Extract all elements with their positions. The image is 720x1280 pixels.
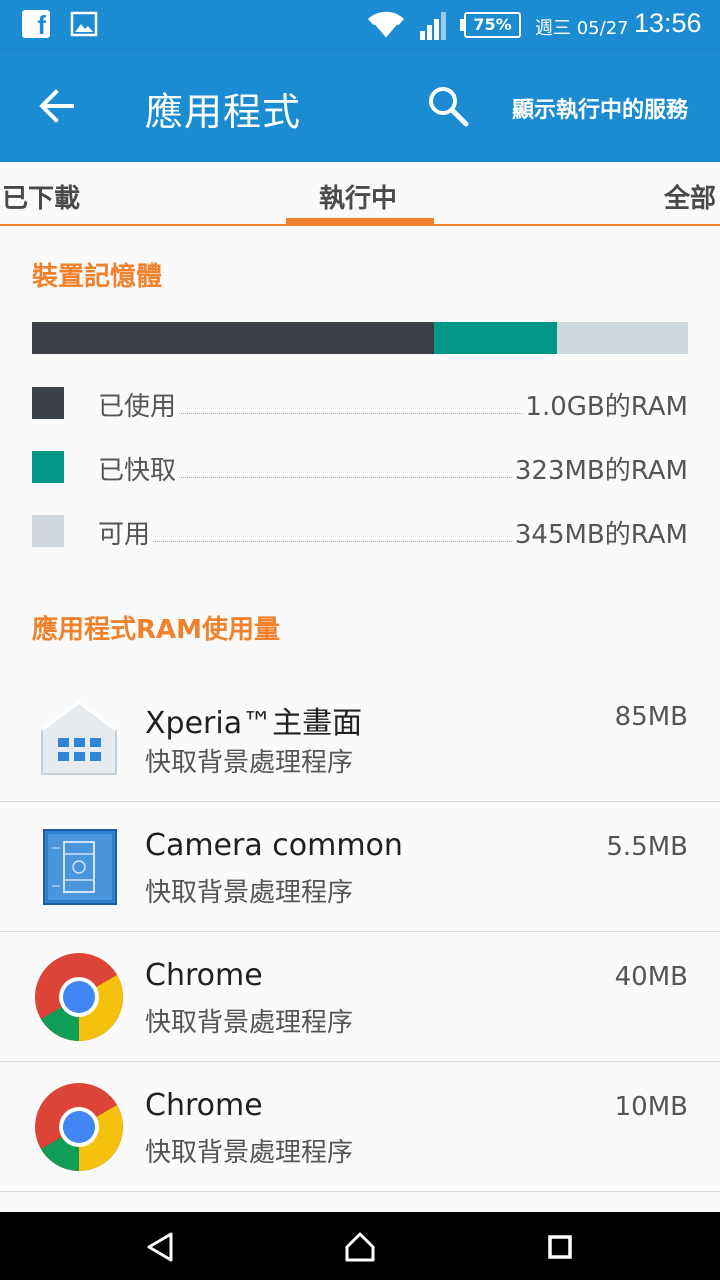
- chrome-icon: [35, 953, 123, 1041]
- search-icon[interactable]: [426, 84, 470, 128]
- memory-free-segment: [557, 322, 688, 354]
- chrome-icon: [35, 1083, 123, 1171]
- legend-label: 已使用: [98, 386, 179, 423]
- facebook-notification-icon: f: [22, 10, 50, 38]
- app-ram-size: 10MB: [614, 1092, 688, 1122]
- dotted-leader: [132, 413, 568, 414]
- app-bar: 應用程式 顯示執行中的服務: [0, 50, 720, 162]
- app-ram-usage-header: 應用程式RAM使用量: [32, 615, 281, 645]
- page-title: 應用程式: [145, 90, 302, 134]
- camera-common-icon: [43, 829, 117, 905]
- device-memory-header: 裝置記憶體: [32, 262, 163, 292]
- memory-usage-bar: [32, 322, 688, 354]
- legend-label: 可用: [98, 514, 153, 551]
- app-list: Xperia™主畫面 快取背景處理程序 85MB Camera common 快…: [0, 672, 720, 1192]
- battery-indicator: 75%: [464, 12, 521, 38]
- legend-row-free: 可用 345MB的RAM: [32, 513, 688, 553]
- list-item[interactable]: Chrome 快取背景處理程序 40MB: [0, 932, 720, 1062]
- legend-value: 323MB的RAM: [512, 450, 688, 487]
- app-subtitle: 快取背景處理程序: [145, 748, 354, 778]
- app-ram-size: 5.5MB: [606, 832, 688, 862]
- memory-cached-segment: [434, 322, 558, 354]
- dotted-leader: [132, 477, 568, 478]
- navigation-bar: [0, 1212, 720, 1280]
- used-swatch: [32, 387, 64, 419]
- app-name: Chrome: [145, 958, 263, 993]
- status-time: 13:56: [634, 8, 702, 38]
- cached-swatch: [32, 451, 64, 483]
- app-name: Camera common: [145, 828, 403, 863]
- legend-row-cached: 已快取 323MB的RAM: [32, 449, 688, 489]
- nav-recents-icon[interactable]: [543, 1230, 577, 1264]
- legend-row-used: 已使用 1.0GB的RAM: [32, 385, 688, 425]
- tab-running[interactable]: 執行中: [319, 178, 397, 215]
- legend-value: 345MB的RAM: [512, 514, 688, 551]
- cell-signal-icon: [420, 12, 446, 40]
- legend-value: 1.0GB的RAM: [523, 386, 688, 423]
- status-date: 週三 05/27: [535, 18, 629, 39]
- gallery-notification-icon: [70, 11, 98, 37]
- back-arrow-icon[interactable]: [36, 86, 76, 126]
- status-bar: f 75% 週三 05/27 13:56: [0, 0, 720, 50]
- xperia-home-icon: [41, 700, 117, 775]
- tab-indicator: [286, 218, 434, 224]
- app-subtitle: 快取背景處理程序: [145, 878, 354, 908]
- wifi-icon: [368, 11, 404, 40]
- app-name: Chrome: [145, 1088, 263, 1123]
- app-ram-size: 85MB: [614, 702, 688, 732]
- free-swatch: [32, 515, 64, 547]
- nav-back-icon[interactable]: [143, 1230, 177, 1264]
- list-item[interactable]: Chrome 快取背景處理程序 10MB: [0, 1062, 720, 1192]
- list-item[interactable]: Xperia™主畫面 快取背景處理程序 85MB: [0, 672, 720, 802]
- app-name: Xperia™主畫面: [145, 706, 363, 741]
- app-ram-size: 40MB: [614, 962, 688, 992]
- list-item[interactable]: Camera common 快取背景處理程序 5.5MB: [0, 802, 720, 932]
- nav-home-icon[interactable]: [343, 1230, 377, 1264]
- dotted-leader: [132, 541, 568, 542]
- screen: f 75% 週三 05/27 13:56 應用程式 顯示執行中的服務 已下載 執…: [0, 0, 720, 1280]
- tab-all[interactable]: 全部: [664, 178, 716, 215]
- show-running-services-button[interactable]: 顯示執行中的服務: [512, 92, 688, 124]
- tab-downloaded[interactable]: 已下載: [2, 178, 80, 215]
- legend-label: 已快取: [98, 450, 179, 487]
- tab-bar: 已下載 執行中 全部: [0, 162, 720, 226]
- memory-used-segment: [32, 322, 435, 354]
- app-subtitle: 快取背景處理程序: [145, 1008, 354, 1038]
- app-subtitle: 快取背景處理程序: [145, 1138, 354, 1168]
